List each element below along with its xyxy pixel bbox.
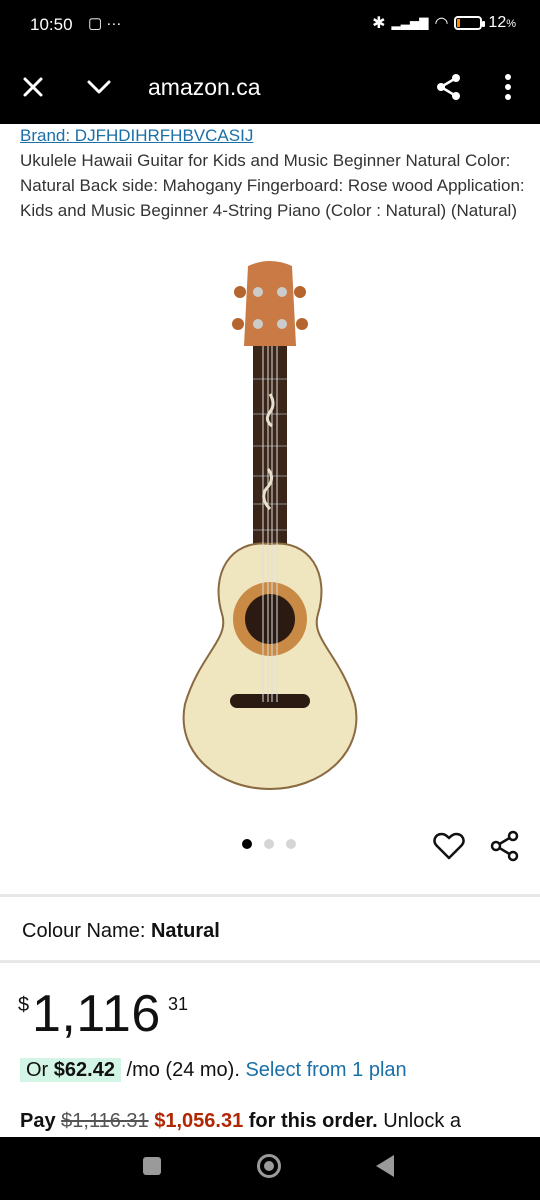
colour-label: Colour Name: [22, 920, 146, 942]
chevron-down-icon[interactable] [84, 72, 114, 102]
brand-link[interactable]: Brand: DJFHDIHRFHBVCASIJ [20, 126, 253, 146]
status-right: ✱ ▂▃▅▇ ◠ 12% [372, 13, 516, 33]
price-currency: $ [18, 994, 30, 1016]
page-url-title[interactable]: amazon.ca [148, 74, 261, 101]
product-title: Ukulele Hawaii Guitar for Kids and Music… [20, 151, 525, 220]
battery-icon [454, 16, 486, 30]
ukulele-product-image[interactable] [170, 254, 370, 794]
colour-selection: Colour Name: Natural [22, 920, 220, 943]
carousel-dot[interactable] [264, 839, 274, 849]
discounted-price: $1,056.31 [154, 1110, 244, 1132]
battery-level: 12% [488, 14, 516, 31]
price-fraction: 31 [168, 994, 189, 1014]
notification-icons: ▢ ··· [88, 15, 122, 32]
select-plan-link[interactable]: Select from 1 plan [245, 1059, 406, 1081]
pay-suffix: for this order. [248, 1110, 378, 1132]
pay-label: Pay [20, 1110, 56, 1132]
wifi-icon: ◠ [434, 15, 449, 32]
status-bar: 10:50 ▢ ··· ✱ ▂▃▅▇ ◠ 12% [0, 0, 540, 50]
price-whole: 1,116 [32, 985, 161, 1043]
share-icon[interactable] [488, 829, 522, 863]
section-divider [0, 960, 540, 963]
pay-offer: Pay $1,116.31 $1,056.31 for this order. … [20, 1110, 461, 1133]
browser-toolbar: amazon.ca [0, 50, 540, 124]
home-button[interactable] [257, 1154, 281, 1178]
back-button[interactable] [376, 1155, 394, 1177]
system-nav-bar [0, 1137, 540, 1200]
bluetooth-icon: ✱ [372, 15, 386, 32]
carousel-dot[interactable] [286, 839, 296, 849]
share-icon[interactable] [434, 72, 464, 102]
status-time: 10:50 [30, 15, 73, 34]
pay-tail: Unlock a [383, 1110, 462, 1132]
section-divider [0, 894, 540, 897]
colour-value: Natural [150, 920, 220, 942]
more-options-icon[interactable] [496, 72, 520, 102]
image-carousel-dots[interactable] [242, 839, 296, 849]
monthly-term: /mo (24 mo). [126, 1059, 240, 1081]
recents-button[interactable] [143, 1157, 161, 1175]
original-price: $1,116.31 [61, 1110, 149, 1132]
close-icon[interactable] [18, 72, 48, 102]
signal-icon: ▂▃▅▇ [391, 16, 429, 30]
carousel-dot[interactable] [242, 839, 252, 849]
monthly-payment: Or $62.42 /mo (24 mo). Select from 1 pla… [20, 1058, 407, 1082]
heart-icon[interactable] [432, 829, 466, 863]
monthly-pill: Or $62.42 [20, 1058, 121, 1082]
